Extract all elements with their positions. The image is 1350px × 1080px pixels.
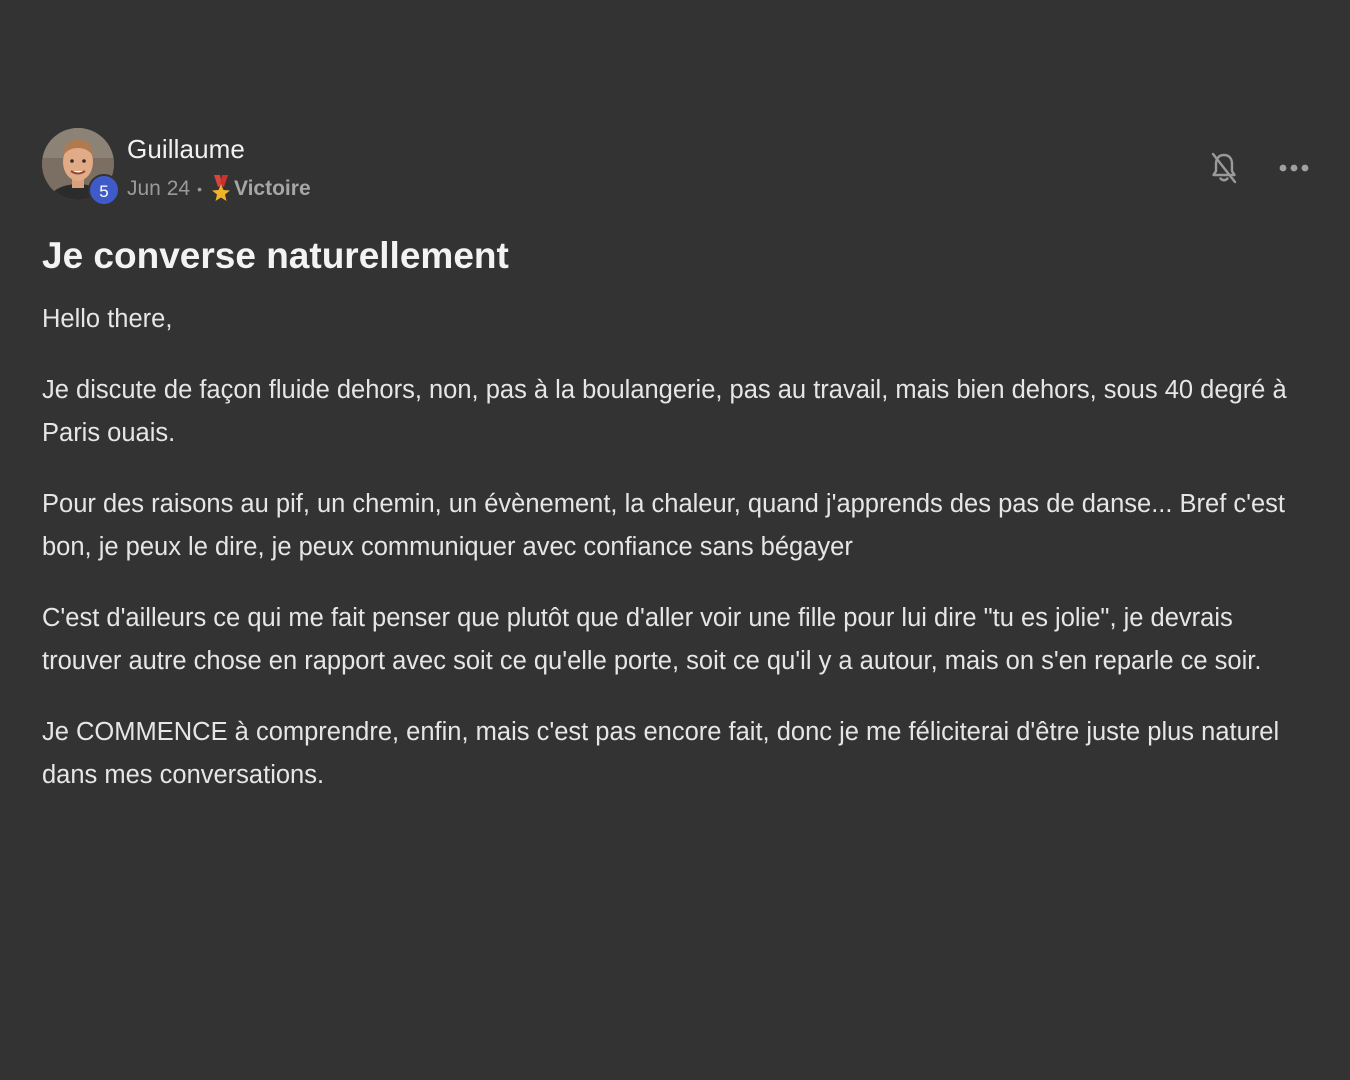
author-name[interactable]: Guillaume [127, 134, 245, 165]
level-badge: 5 [88, 174, 120, 206]
post-body: Hello there, Je discute de façon fluide … [42, 298, 1312, 797]
medal-icon [210, 175, 232, 203]
post-paragraph: C'est d'ailleurs ce qui me fait penser q… [42, 604, 1262, 675]
post-header: 5 Guillaume Jun 24 • Victoire [42, 128, 1312, 208]
avatar-container[interactable]: 5 [42, 128, 120, 206]
post-paragraph: Je COMMENCE à comprendre, enfin, mais c'… [42, 718, 1280, 789]
post-actions [1206, 148, 1312, 188]
meta-separator: • [197, 181, 202, 197]
post-paragraph: Hello there, [42, 305, 173, 333]
category-tag[interactable]: Victoire [210, 175, 311, 203]
post-paragraph: Je discute de façon fluide dehors, non, … [42, 376, 1287, 447]
post-date: Jun 24 [127, 177, 191, 200]
more-options-button[interactable] [1276, 148, 1312, 188]
post-paragraph: Pour des raisons au pif, un chemin, un é… [42, 490, 1286, 561]
category-label: Victoire [233, 177, 311, 200]
more-options-icon [1279, 164, 1309, 172]
post-meta: Jun 24 • Victoire [127, 175, 311, 203]
post: 5 Guillaume Jun 24 • Victoire Je convers… [42, 128, 1312, 825]
notifications-toggle-button[interactable] [1206, 148, 1242, 188]
post-title: Je converse naturellement [42, 235, 509, 276]
bell-off-icon [1211, 152, 1237, 184]
